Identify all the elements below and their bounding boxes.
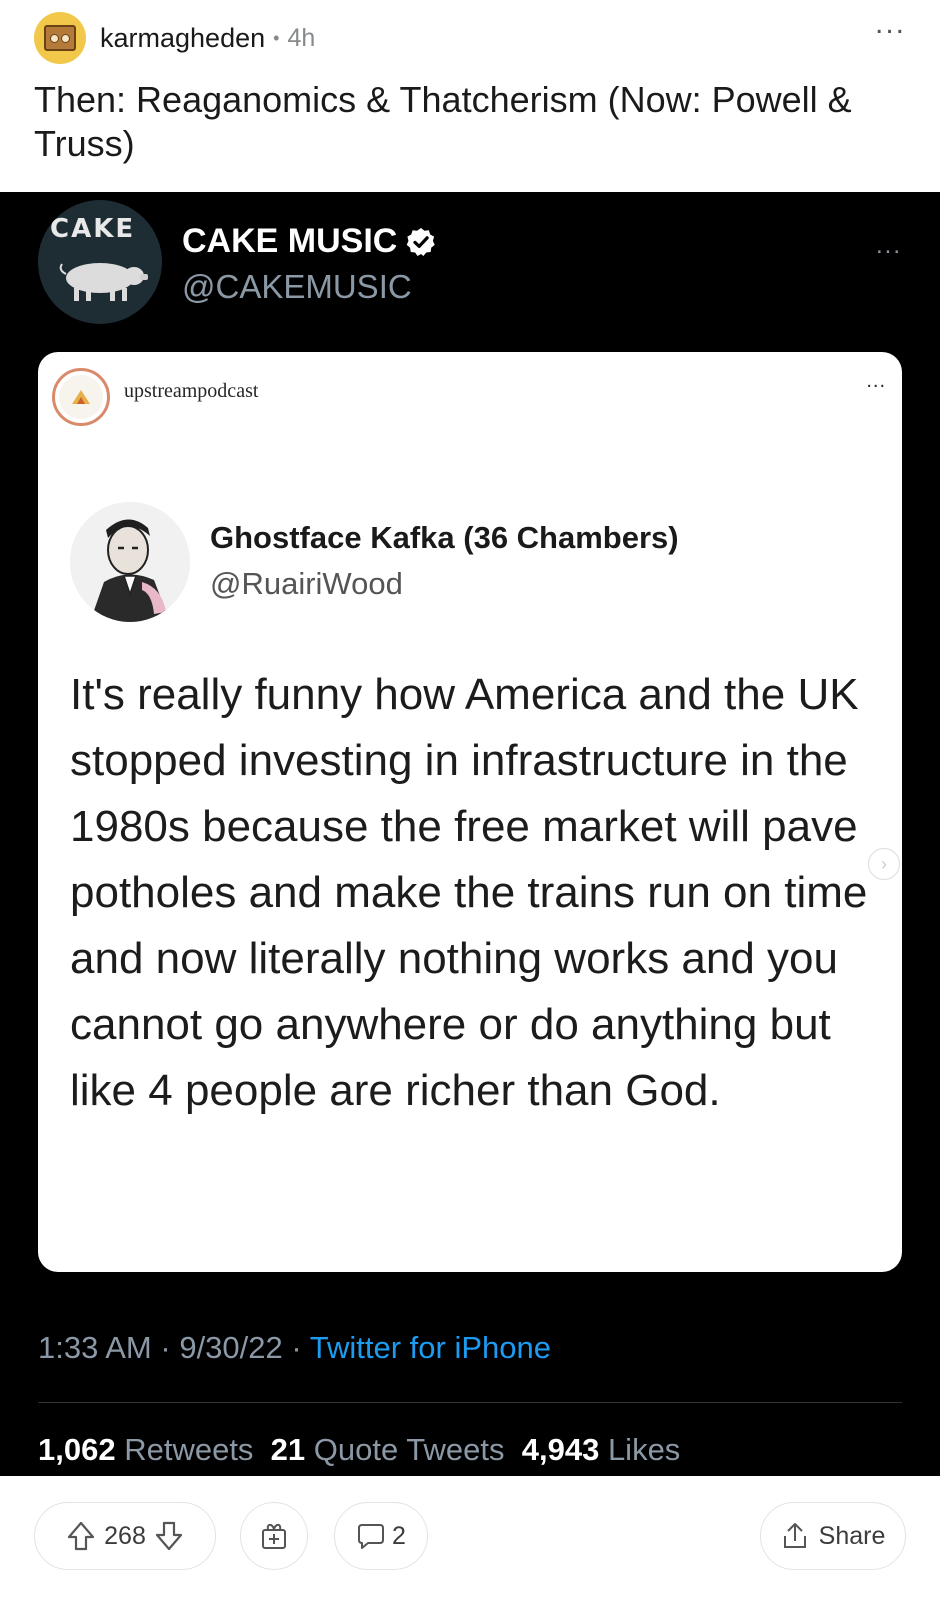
quotes-count: 21 <box>270 1432 306 1467</box>
instagram-post-card: upstreampodcast ... Ghostface Kafka (36 … <box>38 352 902 1272</box>
vote-control: 268 <box>34 1502 216 1570</box>
share-button[interactable]: Share <box>760 1502 906 1570</box>
post-header: karmagheden • 4h ... <box>34 9 906 66</box>
award-button[interactable] <box>240 1502 308 1570</box>
retweets-count: 1,062 <box>38 1432 116 1467</box>
verified-badge-icon <box>407 227 436 256</box>
instagram-account-name: upstreampodcast <box>124 380 259 402</box>
likes-label: Likes <box>607 1432 681 1467</box>
upstream-logo-icon <box>59 375 103 419</box>
share-upload-icon <box>781 1521 809 1551</box>
tweet-more-icon: ... <box>875 232 902 259</box>
meta-separator: • <box>273 27 280 48</box>
meta-separator: · <box>160 1330 171 1365</box>
comments-button[interactable]: 2 <box>334 1502 428 1570</box>
tweet-handle: @CAKEMUSIC <box>182 268 412 305</box>
tweet-meta: 1:33 AM · 9/30/22 · Twitter for iPhone <box>38 1330 551 1366</box>
next-slide-chevron-icon: › <box>868 848 900 880</box>
post-time: 4h <box>287 23 316 52</box>
author-name: Ghostface Kafka (36 Chambers) <box>210 520 679 555</box>
tweet-date: 9/30/22 <box>179 1330 283 1365</box>
mountain-logo-icon <box>72 390 90 404</box>
cake-music-avatar: CAKE <box>38 200 162 324</box>
post-overflow-menu-icon[interactable]: ... <box>875 9 906 39</box>
tweet-display-name-text: CAKE MUSIC <box>182 222 398 260</box>
quotes-label: Quote Tweets <box>313 1432 505 1467</box>
tweet-time: 1:33 AM <box>38 1330 152 1365</box>
author-avatar <box>70 502 190 622</box>
user-avatar[interactable] <box>34 12 86 64</box>
retweets-label: Retweets <box>124 1432 254 1467</box>
downvote-arrow-icon[interactable] <box>154 1520 184 1552</box>
tweet-source: Twitter for iPhone <box>309 1330 551 1365</box>
comment-count: 2 <box>392 1521 406 1550</box>
box-character-icon <box>44 25 76 51</box>
quoted-post-text: It's really funny how America and the UK… <box>70 670 868 1115</box>
post-action-bar: 268 2 Share <box>34 1502 906 1570</box>
instagram-more-icon: ... <box>866 370 886 392</box>
instagram-avatar-ring <box>52 368 110 426</box>
award-gift-icon <box>259 1521 289 1551</box>
tweet-display-name: CAKE MUSIC <box>182 222 437 261</box>
tweet-divider <box>38 1402 902 1403</box>
meta-separator: · <box>291 1330 302 1365</box>
comment-bubble-icon <box>356 1521 386 1551</box>
likes-count: 4,943 <box>521 1432 600 1467</box>
portrait-illustration <box>70 502 190 622</box>
cake-logo-text: CAKE <box>50 214 136 244</box>
post-title[interactable]: Then: Reaganomics & Thatcherism (Now: Po… <box>34 78 914 166</box>
tweet-stats: 1,062 Retweets 21 Quote Tweets 4,943 Lik… <box>38 1432 680 1468</box>
author-handle: @RuairiWood <box>210 566 403 601</box>
upvote-arrow-icon[interactable] <box>66 1520 96 1552</box>
username-link[interactable]: karmagheden <box>100 23 265 54</box>
share-label: Share <box>818 1521 886 1550</box>
pig-icon <box>59 263 148 301</box>
vote-count: 268 <box>104 1521 146 1550</box>
